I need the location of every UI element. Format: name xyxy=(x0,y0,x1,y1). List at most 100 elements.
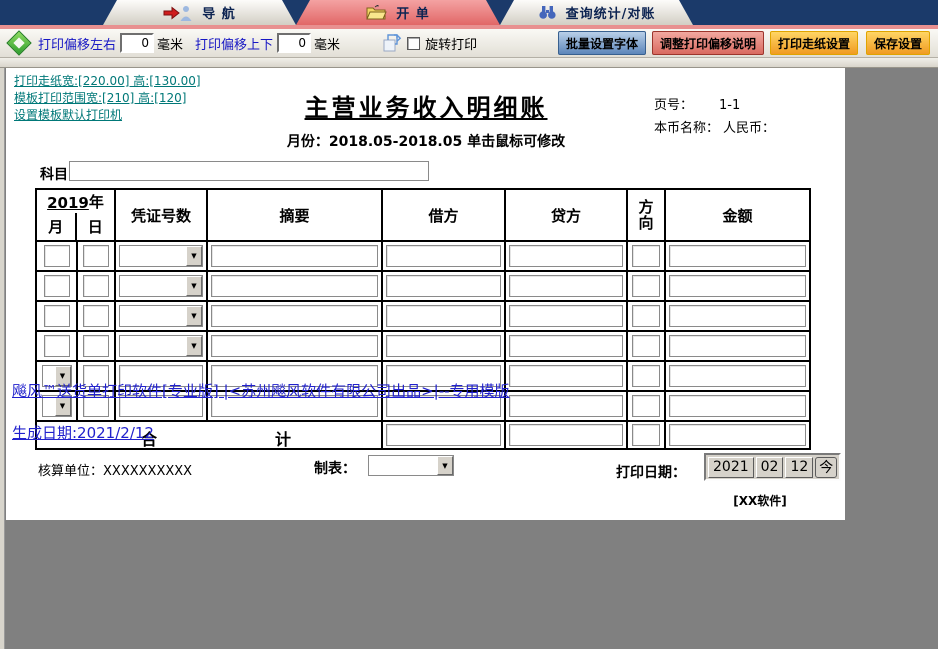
tab-billing[interactable]: 开 单 xyxy=(296,0,500,25)
cell-input[interactable] xyxy=(386,335,501,357)
cell-input[interactable] xyxy=(669,245,806,267)
accounting-unit-label: 核算单位： xyxy=(38,464,103,479)
date-day-button[interactable]: 12 xyxy=(785,457,813,478)
cell-dropdown[interactable] xyxy=(119,275,203,297)
cell-input[interactable] xyxy=(509,305,623,327)
total-credit-input[interactable] xyxy=(509,424,623,446)
dropdown-arrow-icon[interactable] xyxy=(186,336,202,356)
left-edge-strip xyxy=(0,68,5,649)
cell-input[interactable] xyxy=(509,275,623,297)
cell-input[interactable] xyxy=(669,275,806,297)
toolbar: 打印偏移左右 0 毫米 打印偏移上下 0 毫米 旋转打印 批量设置字体 调整打印… xyxy=(0,29,938,57)
ledger-row xyxy=(37,330,809,360)
template-range-link[interactable]: 模板打印范围宽:[210] 高:[120] xyxy=(14,89,186,106)
tab-label: 开 单 xyxy=(396,3,430,22)
cell-input[interactable] xyxy=(632,365,660,387)
cell-input[interactable] xyxy=(211,275,378,297)
preparer-label: 制表： xyxy=(314,458,356,478)
cell-input[interactable] xyxy=(386,245,501,267)
cell-input[interactable] xyxy=(83,275,109,297)
cell-input[interactable] xyxy=(211,245,378,267)
offset-lr-unit: 毫米 xyxy=(157,34,183,53)
cell-input[interactable] xyxy=(83,245,109,267)
month-range-subtitle[interactable]: 月份：2018.05-2018.05 单击鼠标可修改 xyxy=(186,131,666,151)
document-page: 打印走纸宽:[220.00] 高:[130.00] 模板打印范围宽:[210] … xyxy=(6,68,845,520)
direction-header: 方向 xyxy=(626,190,664,240)
cell-input[interactable] xyxy=(83,335,109,357)
binoculars-icon xyxy=(538,6,557,19)
subject-input[interactable] xyxy=(69,161,429,181)
paper-size-link[interactable]: 打印走纸宽:[220.00] 高:[130.00] xyxy=(14,72,201,89)
cell-input[interactable] xyxy=(669,365,806,387)
total-direction-input[interactable] xyxy=(632,424,660,446)
cell-input[interactable] xyxy=(669,395,806,417)
offset-ud-input[interactable]: 0 xyxy=(277,33,311,53)
cell-input[interactable] xyxy=(509,365,623,387)
cell-input[interactable] xyxy=(632,245,660,267)
batch-font-button[interactable]: 批量设置字体 xyxy=(558,31,646,55)
tab-query-stats[interactable]: 查询统计/对账 xyxy=(500,0,693,25)
cell-input[interactable] xyxy=(669,305,806,327)
cell-input[interactable] xyxy=(83,305,109,327)
date-today-button[interactable]: 今 xyxy=(815,457,837,478)
ledger-table: 2019年 月 日 凭证号数 摘要 借方 贷方 方向 金额 xyxy=(35,188,811,450)
cell-dropdown[interactable] xyxy=(119,335,203,357)
total-amount-input[interactable] xyxy=(669,424,806,446)
cell-input[interactable] xyxy=(44,335,70,357)
cell-input[interactable] xyxy=(211,305,378,327)
cell-dropdown[interactable] xyxy=(119,305,203,327)
offset-lr-label: 打印偏移左右 xyxy=(38,34,116,53)
month-header: 月 xyxy=(37,213,75,240)
cell-input[interactable] xyxy=(632,335,660,357)
ledger-row xyxy=(37,240,809,270)
save-settings-button[interactable]: 保存设置 xyxy=(866,31,930,55)
preparer-dropdown[interactable] xyxy=(368,455,454,476)
day-header: 日 xyxy=(75,213,115,240)
cell-input[interactable] xyxy=(509,395,623,417)
accounting-unit: 核算单位：XXXXXXXXXX xyxy=(38,460,192,479)
offset-lr-input[interactable]: 0 xyxy=(120,33,154,53)
dropdown-arrow-icon[interactable] xyxy=(186,276,202,296)
cell-input[interactable] xyxy=(44,245,70,267)
cell-input[interactable] xyxy=(632,395,660,417)
ledger-row xyxy=(37,300,809,330)
dropdown-arrow-icon[interactable] xyxy=(186,246,202,266)
software-watermark: 飚风™送货单打印软件[专业版] |<苏州飚风软件有限公司出品>|--专用模版 xyxy=(12,380,510,401)
cell-input[interactable] xyxy=(386,305,501,327)
tab-navigation[interactable]: 导 航 xyxy=(103,0,296,25)
main-area: 打印走纸宽:[220.00] 高:[130.00] 模板打印范围宽:[210] … xyxy=(0,68,938,649)
dropdown-arrow-icon[interactable] xyxy=(437,456,453,475)
cell-input[interactable] xyxy=(44,275,70,297)
cell-input[interactable] xyxy=(509,245,623,267)
date-year-button[interactable]: 2021 xyxy=(708,457,754,478)
cell-input[interactable] xyxy=(632,305,660,327)
cell-input[interactable] xyxy=(386,275,501,297)
rotate-print-checkbox[interactable] xyxy=(407,37,420,50)
dropdown-arrow-icon[interactable] xyxy=(186,306,202,326)
page-number-label: 页号： xyxy=(654,98,693,113)
ledger-header: 2019年 月 日 凭证号数 摘要 借方 贷方 方向 金额 xyxy=(37,190,809,240)
rotate-print-label: 旋转打印 xyxy=(425,34,477,53)
summary-header: 摘要 xyxy=(206,190,381,240)
open-folder-icon xyxy=(366,5,387,20)
document-title: 主营业务收入明细账 xyxy=(186,88,666,123)
cell-input[interactable] xyxy=(669,335,806,357)
offset-ud-label: 打印偏移上下 xyxy=(195,34,273,53)
default-printer-link[interactable]: 设置模板默认打印机 xyxy=(14,106,122,123)
adjust-offset-button[interactable]: 调整打印偏移说明 xyxy=(652,31,764,55)
page-number-line: 页号：1-1 xyxy=(654,94,740,113)
debit-header: 借方 xyxy=(381,190,504,240)
paper-feed-button[interactable]: 打印走纸设置 xyxy=(770,31,858,55)
app-window: 导 航 开 单 查询统计/对账 xyxy=(0,0,938,649)
cell-dropdown[interactable] xyxy=(119,245,203,267)
date-month-button[interactable]: 02 xyxy=(756,457,784,478)
cell-input[interactable] xyxy=(44,305,70,327)
amount-header: 金额 xyxy=(664,190,809,240)
navigate-diamond-icon xyxy=(6,30,31,55)
total-debit-input[interactable] xyxy=(386,424,501,446)
year-value[interactable]: 2019 xyxy=(47,194,89,212)
cell-input[interactable] xyxy=(632,275,660,297)
cell-input[interactable] xyxy=(211,335,378,357)
nav-arrow-person-icon xyxy=(163,5,193,21)
cell-input[interactable] xyxy=(509,335,623,357)
